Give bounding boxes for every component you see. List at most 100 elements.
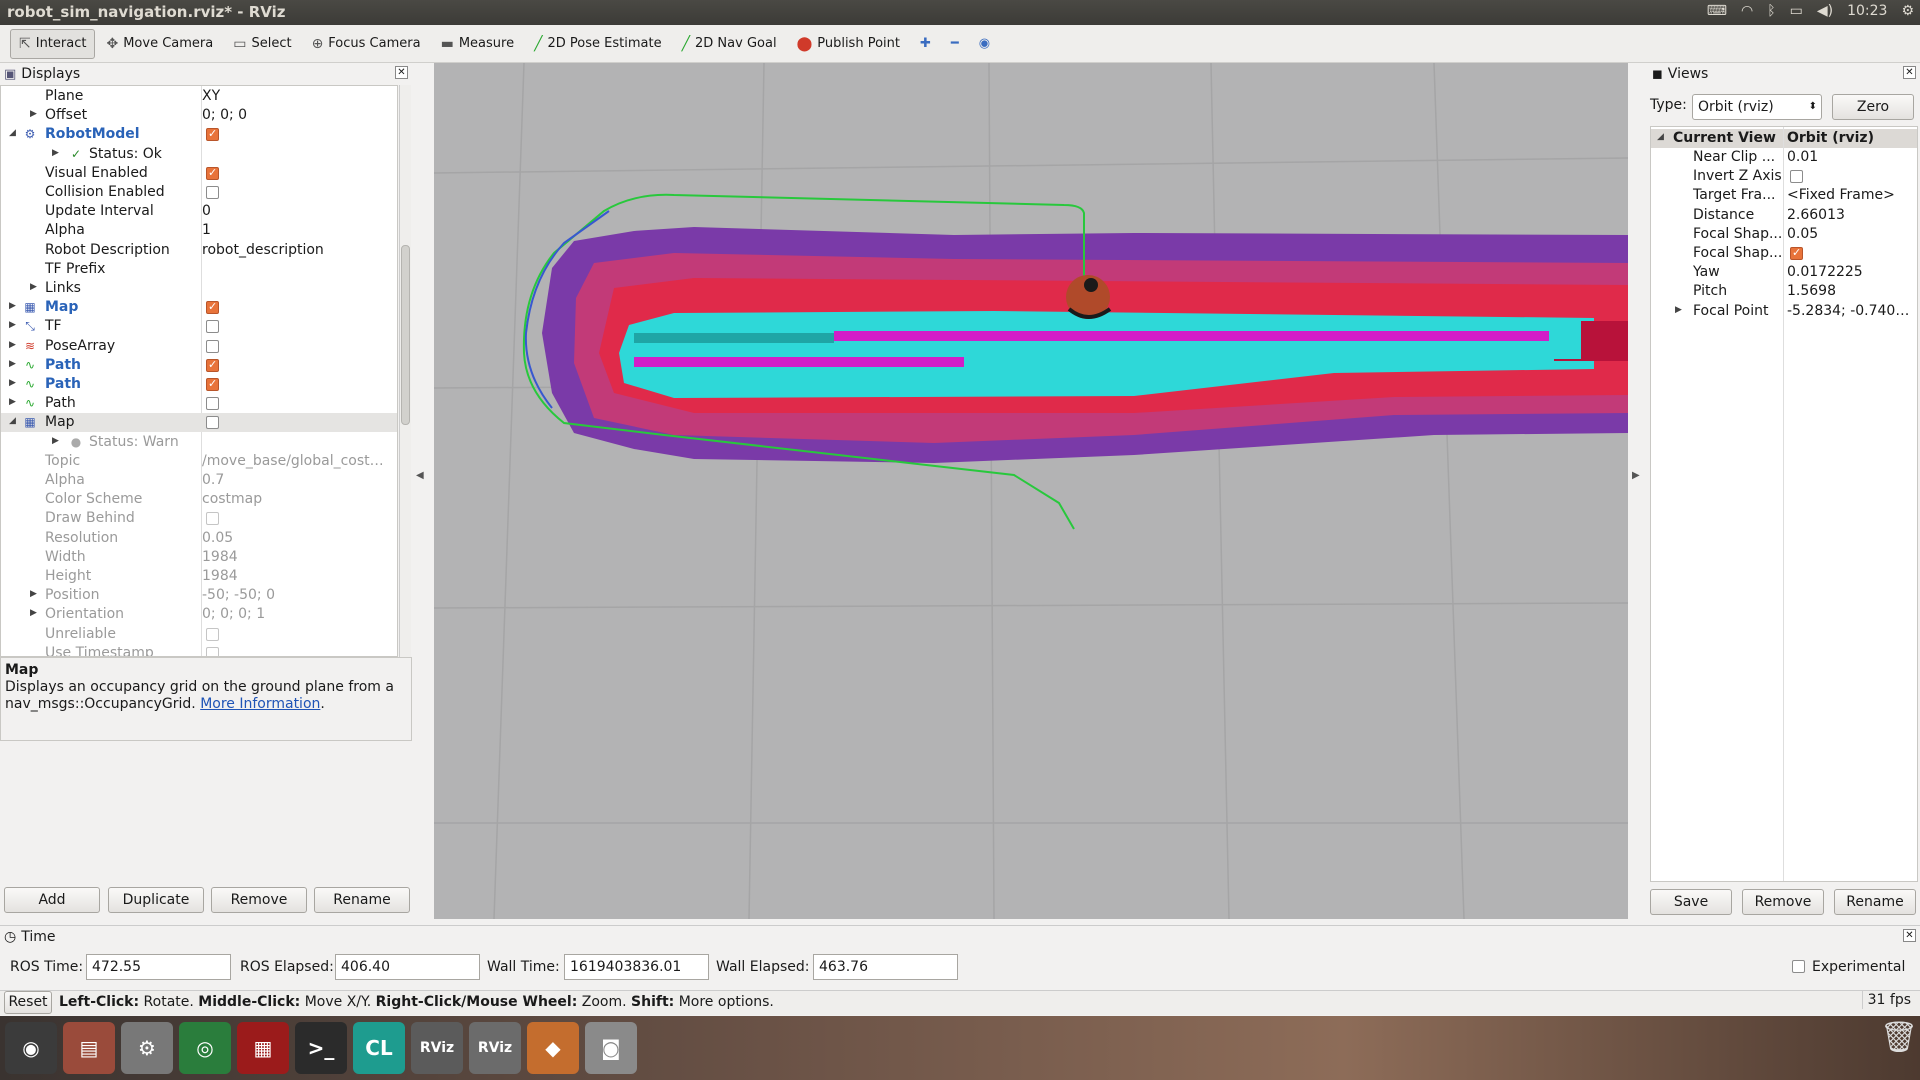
display-row[interactable]: Alpha 1 <box>1 221 397 240</box>
collapse-right-icon[interactable]: ▶ <box>1632 470 1640 481</box>
scrollbar[interactable] <box>399 85 411 657</box>
view-property-value[interactable]: 2.66013 <box>1787 207 1845 223</box>
wall-elapsed-field[interactable]: 463.76 <box>813 954 958 980</box>
ros-time-field[interactable]: 472.55 <box>86 954 231 980</box>
display-row-value[interactable]: 1984 <box>202 549 238 565</box>
current-view-row[interactable]: ◢ Current View Orbit (rviz) <box>1651 129 1917 148</box>
display-row[interactable]: ◢ ⚙ RobotModel <box>1 125 397 144</box>
display-row[interactable]: ◢ ▦ Map <box>1 413 397 433</box>
launcher-terminal-icon[interactable]: >_ <box>295 1022 347 1074</box>
enable-checkbox[interactable] <box>206 358 219 372</box>
display-row-value[interactable]: robot_description <box>202 242 324 258</box>
launcher-settings-icon[interactable]: ⚙ <box>121 1022 173 1074</box>
display-row[interactable]: ▶ ≋ PoseArray <box>1 337 397 356</box>
expand-icon[interactable]: ▶ <box>9 301 16 311</box>
wall-time-field[interactable]: 1619403836.01 <box>564 954 709 980</box>
remove-view-button[interactable]: Remove <box>1742 889 1824 915</box>
eye-icon[interactable]: ◉ <box>970 29 999 59</box>
display-row-value[interactable]: 0 <box>202 203 211 219</box>
close-icon[interactable]: ✕ <box>395 66 408 79</box>
display-row-value[interactable]: 0; 0; 0 <box>202 107 247 123</box>
display-row[interactable]: Width 1984 <box>1 548 397 567</box>
view-property-value[interactable]: 0.01 <box>1787 149 1818 165</box>
rename-button[interactable]: Rename <box>314 887 410 913</box>
view-property-row[interactable]: Invert Z Axis <box>1651 167 1917 186</box>
keyboard-icon[interactable]: ⌨ <box>1707 3 1727 19</box>
display-row-value[interactable]: costmap <box>202 491 262 507</box>
tool-2d-pose-estimate[interactable]: ╱ 2D Pose Estimate <box>525 29 671 59</box>
remove-view-icon[interactable]: ━ <box>942 29 968 59</box>
enable-checkbox[interactable] <box>206 512 219 526</box>
display-row[interactable]: Update Interval 0 <box>1 202 397 221</box>
display-row[interactable]: Collision Enabled <box>1 183 397 202</box>
display-row[interactable]: ▶ Offset 0; 0; 0 <box>1 106 397 125</box>
ros-elapsed-field[interactable]: 406.40 <box>335 954 480 980</box>
display-row-value[interactable]: 0.05 <box>202 530 233 546</box>
enable-checkbox[interactable] <box>206 186 219 199</box>
3d-viewport[interactable] <box>434 63 1628 919</box>
enable-checkbox[interactable] <box>206 397 219 411</box>
launcher-package-icon[interactable]: ◆ <box>527 1022 579 1074</box>
display-row[interactable]: Plane XY <box>1 87 397 106</box>
display-row[interactable]: Unreliable <box>1 625 397 644</box>
view-property-value[interactable]: 1.5698 <box>1787 283 1836 299</box>
scrollbar-thumb[interactable] <box>401 245 410 425</box>
property-checkbox[interactable] <box>1790 170 1803 184</box>
view-property-row[interactable]: Pitch 1.5698 <box>1651 282 1917 301</box>
launcher-chrome-icon[interactable]: ◎ <box>179 1022 231 1074</box>
enable-checkbox[interactable] <box>206 127 219 142</box>
experimental-checkbox[interactable] <box>1792 960 1805 973</box>
add-button[interactable]: Add <box>4 887 100 913</box>
display-row[interactable]: Draw Behind <box>1 509 397 528</box>
launcher-camera-icon[interactable]: ◙ <box>585 1022 637 1074</box>
collapse-icon[interactable]: ◢ <box>9 128 16 138</box>
display-row[interactable]: ▶ ▦ Map <box>1 298 397 317</box>
display-row[interactable]: ▶ ● Status: Warn <box>1 433 397 452</box>
save-view-button[interactable]: Save <box>1650 889 1732 915</box>
enable-checkbox[interactable] <box>206 416 219 430</box>
tool-focus-camera[interactable]: ⊕ Focus Camera <box>303 29 430 59</box>
view-property-value[interactable]: 0.0172225 <box>1787 264 1863 280</box>
close-icon[interactable]: ✕ <box>1903 929 1916 942</box>
view-property-row[interactable]: ▶ Focal Point -5.2834; -0.7409... <box>1651 302 1917 321</box>
reset-button[interactable]: Reset <box>4 991 52 1014</box>
collapse-left-icon[interactable]: ◀ <box>416 470 424 481</box>
property-checkbox[interactable] <box>1790 246 1803 260</box>
expand-icon[interactable]: ▶ <box>9 340 16 350</box>
wifi-icon[interactable]: ◠ <box>1741 3 1753 19</box>
display-row[interactable]: Use Timestamp <box>1 644 397 656</box>
display-row-value[interactable]: -50; -50; 0 <box>202 587 275 603</box>
display-row[interactable]: ▶ ✓ Status: Ok <box>1 145 397 164</box>
view-property-value[interactable]: <Fixed Frame> <box>1787 187 1895 203</box>
zero-button[interactable]: Zero <box>1832 94 1914 120</box>
display-row[interactable]: Topic/move_base/global_costmap/costmap <box>1 452 397 471</box>
expand-icon[interactable]: ▶ <box>9 378 16 388</box>
expand-icon[interactable]: ▶ <box>52 436 59 446</box>
display-row-value[interactable]: 1984 <box>202 568 238 584</box>
enable-checkbox[interactable] <box>206 627 219 641</box>
volume-icon[interactable]: ◀) <box>1817 3 1833 19</box>
more-information-link[interactable]: More Information <box>200 696 320 712</box>
view-property-value[interactable]: 0.05 <box>1787 226 1818 242</box>
display-row[interactable]: Alpha 0.7 <box>1 471 397 490</box>
battery-icon[interactable]: ▭ <box>1790 3 1803 19</box>
enable-checkbox[interactable] <box>206 646 219 656</box>
display-row-value[interactable]: /move_base/global_costmap/costmap <box>202 453 394 469</box>
display-row[interactable]: Height 1984 <box>1 567 397 586</box>
bluetooth-icon[interactable]: ᛒ <box>1767 3 1775 19</box>
tool-move-camera[interactable]: ✥ Move Camera <box>97 29 222 59</box>
clock[interactable]: 10:23 <box>1847 3 1887 19</box>
enable-checkbox[interactable] <box>206 166 219 180</box>
duplicate-button[interactable]: Duplicate <box>108 887 204 913</box>
tool-select[interactable]: ▭ Select <box>224 29 300 59</box>
display-row[interactable]: Robot Description robot_description <box>1 241 397 260</box>
launcher-files-icon[interactable]: ▤ <box>63 1022 115 1074</box>
display-row[interactable]: ▶ Orientation 0; 0; 0; 1 <box>1 605 397 624</box>
remove-button[interactable]: Remove <box>211 887 307 913</box>
trash-icon[interactable]: 🗑 <box>1880 1020 1918 1074</box>
display-row-value[interactable]: 1 <box>202 222 211 238</box>
display-row[interactable]: Color Scheme costmap <box>1 490 397 509</box>
expand-icon[interactable]: ▶ <box>52 148 59 158</box>
expand-icon[interactable]: ▶ <box>9 397 16 407</box>
rename-view-button[interactable]: Rename <box>1834 889 1916 915</box>
